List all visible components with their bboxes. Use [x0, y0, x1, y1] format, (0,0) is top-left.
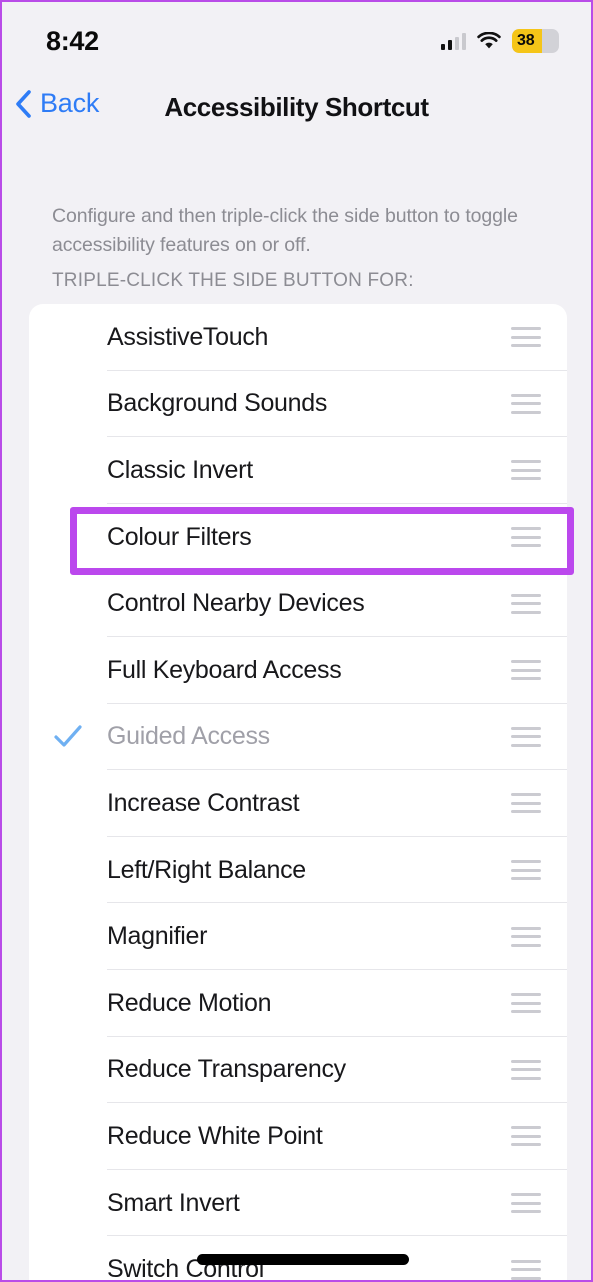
page-title: Accessibility Shortcut: [164, 92, 429, 122]
section-header-label: TRIPLE-CLICK THE SIDE BUTTON FOR:: [52, 270, 414, 291]
list-item[interactable]: Smart Invert: [29, 1170, 567, 1237]
cellular-signal-icon: [440, 33, 466, 50]
description-text: Configure and then triple-click the side…: [52, 205, 518, 256]
list-item[interactable]: Left/Right Balance: [29, 837, 567, 904]
reorder-handle-icon[interactable]: [511, 1193, 541, 1214]
reorder-handle-icon[interactable]: [511, 327, 541, 348]
list-item[interactable]: Classic Invert: [29, 437, 567, 504]
reorder-handle-icon[interactable]: [511, 1059, 541, 1080]
reorder-handle-icon[interactable]: [511, 793, 541, 814]
reorder-handle-icon[interactable]: [511, 593, 541, 614]
list-item-label: Increase Contrast: [107, 788, 300, 817]
checkmark-icon: [29, 724, 107, 750]
navigation-bar: Back Accessibility Shortcut: [2, 74, 591, 146]
reorder-handle-icon[interactable]: [511, 926, 541, 947]
list-item[interactable]: Reduce Transparency: [29, 1037, 567, 1104]
list-item-label: Guided Access: [107, 722, 270, 751]
list-item-label: Smart Invert: [107, 1188, 240, 1217]
reorder-handle-icon[interactable]: [511, 993, 541, 1014]
list-item-label: Full Keyboard Access: [107, 655, 342, 684]
list-item-label: Classic Invert: [107, 455, 253, 484]
list-item[interactable]: Magnifier: [29, 903, 567, 970]
wifi-icon: [477, 32, 501, 50]
list-item[interactable]: Background Sounds: [29, 371, 567, 438]
status-bar-time: 8:42: [46, 26, 99, 56]
reorder-handle-icon[interactable]: [511, 1259, 541, 1280]
list-item[interactable]: Control Nearby Devices: [29, 570, 567, 637]
list-item-label: Reduce Transparency: [107, 1055, 346, 1084]
list-item[interactable]: AssistiveTouch: [29, 304, 567, 371]
reorder-handle-icon[interactable]: [511, 860, 541, 881]
status-bar: 8:42 38: [2, 2, 591, 72]
shortcut-options-list: AssistiveTouch Background Sounds Classic I…: [29, 304, 567, 1280]
list-item[interactable]: Increase Contrast: [29, 770, 567, 837]
reorder-handle-icon[interactable]: [511, 393, 541, 414]
list-item[interactable]: Reduce Motion: [29, 970, 567, 1037]
list-item-label: AssistiveTouch: [107, 322, 269, 351]
home-indicator-bar[interactable]: [197, 1254, 409, 1265]
reorder-handle-icon[interactable]: [511, 460, 541, 481]
list-item[interactable]: Colour Filters: [29, 504, 567, 571]
list-item-label: Control Nearby Devices: [107, 589, 365, 618]
list-item-label: Colour Filters: [107, 522, 252, 551]
list-item-label: Magnifier: [107, 922, 208, 951]
reorder-handle-icon[interactable]: [511, 527, 541, 548]
status-bar-indicators: 38: [440, 29, 559, 53]
list-item-label: Background Sounds: [107, 389, 328, 418]
reorder-handle-icon[interactable]: [511, 726, 541, 747]
battery-low-power-icon: 38: [512, 29, 559, 53]
list-item[interactable]: Guided Access: [29, 704, 567, 771]
list-item[interactable]: Reduce White Point: [29, 1103, 567, 1170]
list-item-label: Reduce Motion: [107, 988, 272, 1017]
list-item-label: Left/Right Balance: [107, 855, 306, 884]
phone-screen: 8:42 38 Back Accessibility Shortcut Conf…: [0, 0, 593, 1282]
list-item-label: Reduce White Point: [107, 1121, 323, 1150]
reorder-handle-icon[interactable]: [511, 660, 541, 681]
battery-percent-label: 38: [517, 32, 535, 49]
list-item[interactable]: Full Keyboard Access: [29, 637, 567, 704]
reorder-handle-icon[interactable]: [511, 1126, 541, 1147]
